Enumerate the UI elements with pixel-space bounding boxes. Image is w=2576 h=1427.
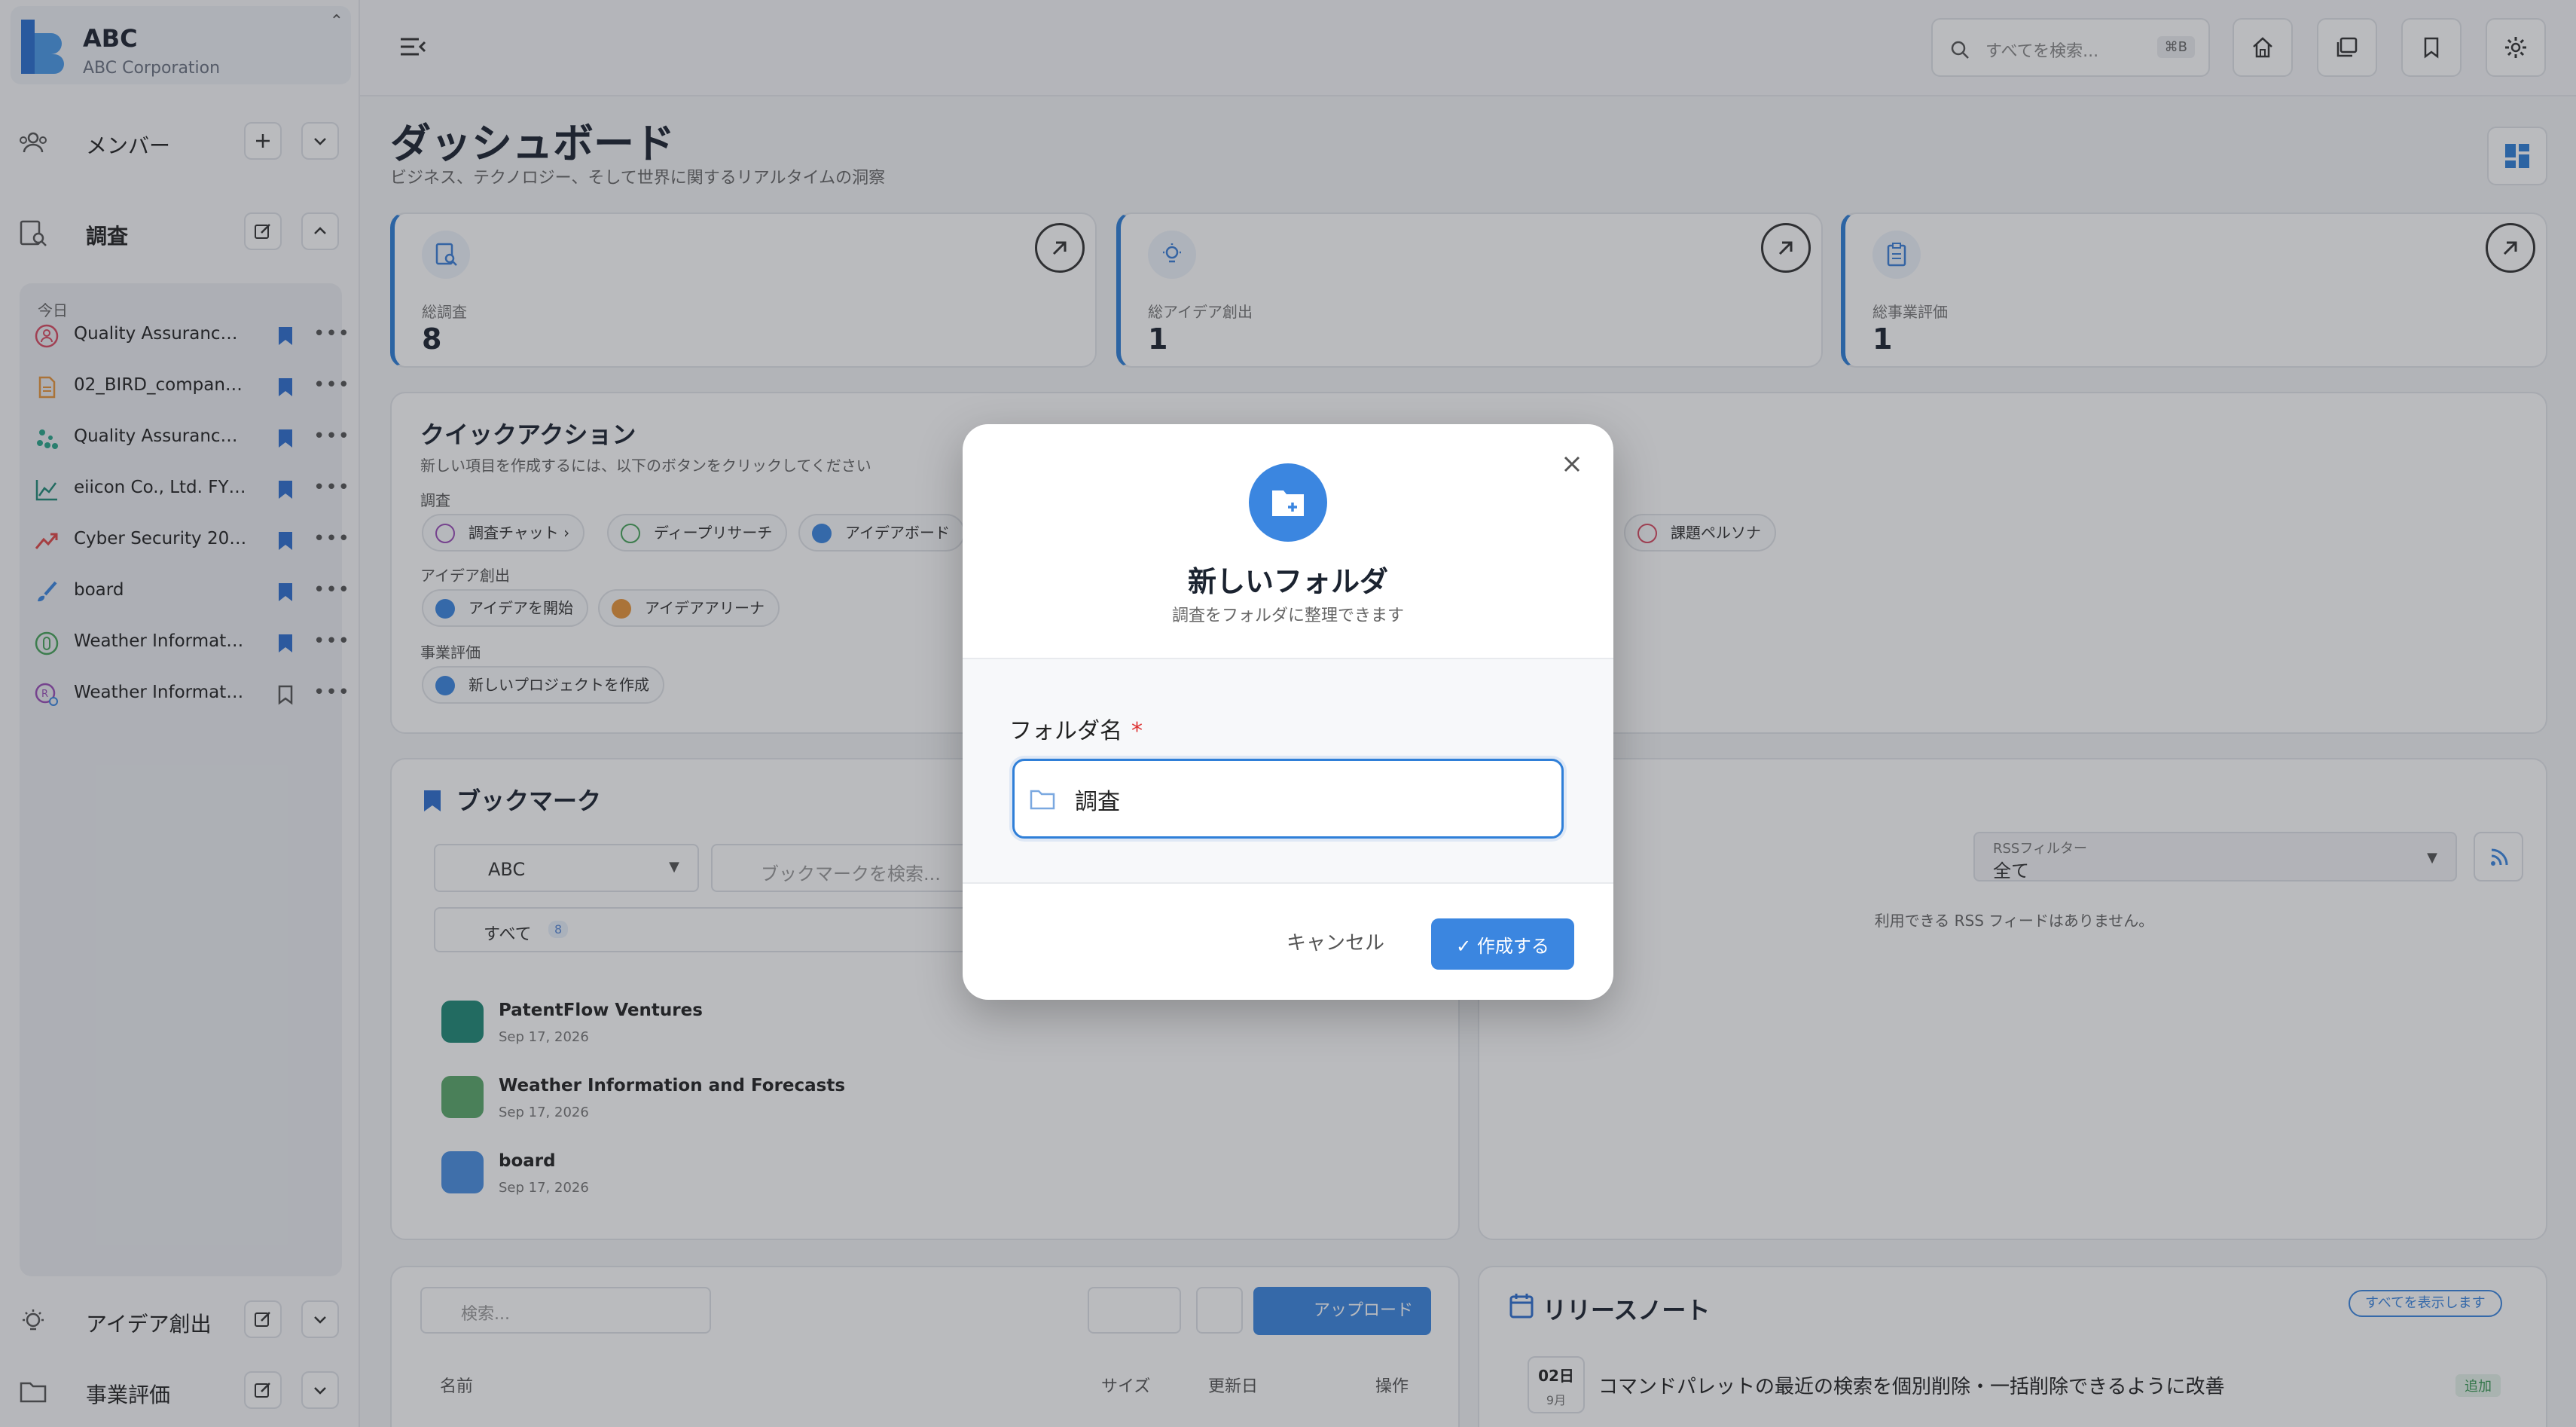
- folder-name-label: フォルダ名 *: [1009, 712, 1143, 745]
- folder-add-icon: [1249, 463, 1327, 542]
- create-button[interactable]: ✓ 作成する: [1431, 918, 1574, 970]
- dialog-body: フォルダ名 *: [963, 658, 1613, 884]
- required-mark: *: [1131, 718, 1143, 744]
- close-icon[interactable]: [1561, 453, 1583, 475]
- cancel-button[interactable]: キャンセル: [1286, 927, 1384, 955]
- dialog-title: 新しいフォルダ: [1187, 565, 1388, 598]
- folder-name-label-text: フォルダ名: [1009, 718, 1122, 744]
- folder-name-input[interactable]: [1075, 779, 1542, 820]
- folder-name-field[interactable]: [1012, 759, 1564, 839]
- folder-icon: [1030, 790, 1055, 810]
- new-folder-dialog: 新しいフォルダ 調査をフォルダに整理できます フォルダ名 * キャンセル ✓ 作成…: [963, 424, 1613, 1000]
- dialog-subtitle: 調査をフォルダに整理できます: [1171, 607, 1404, 625]
